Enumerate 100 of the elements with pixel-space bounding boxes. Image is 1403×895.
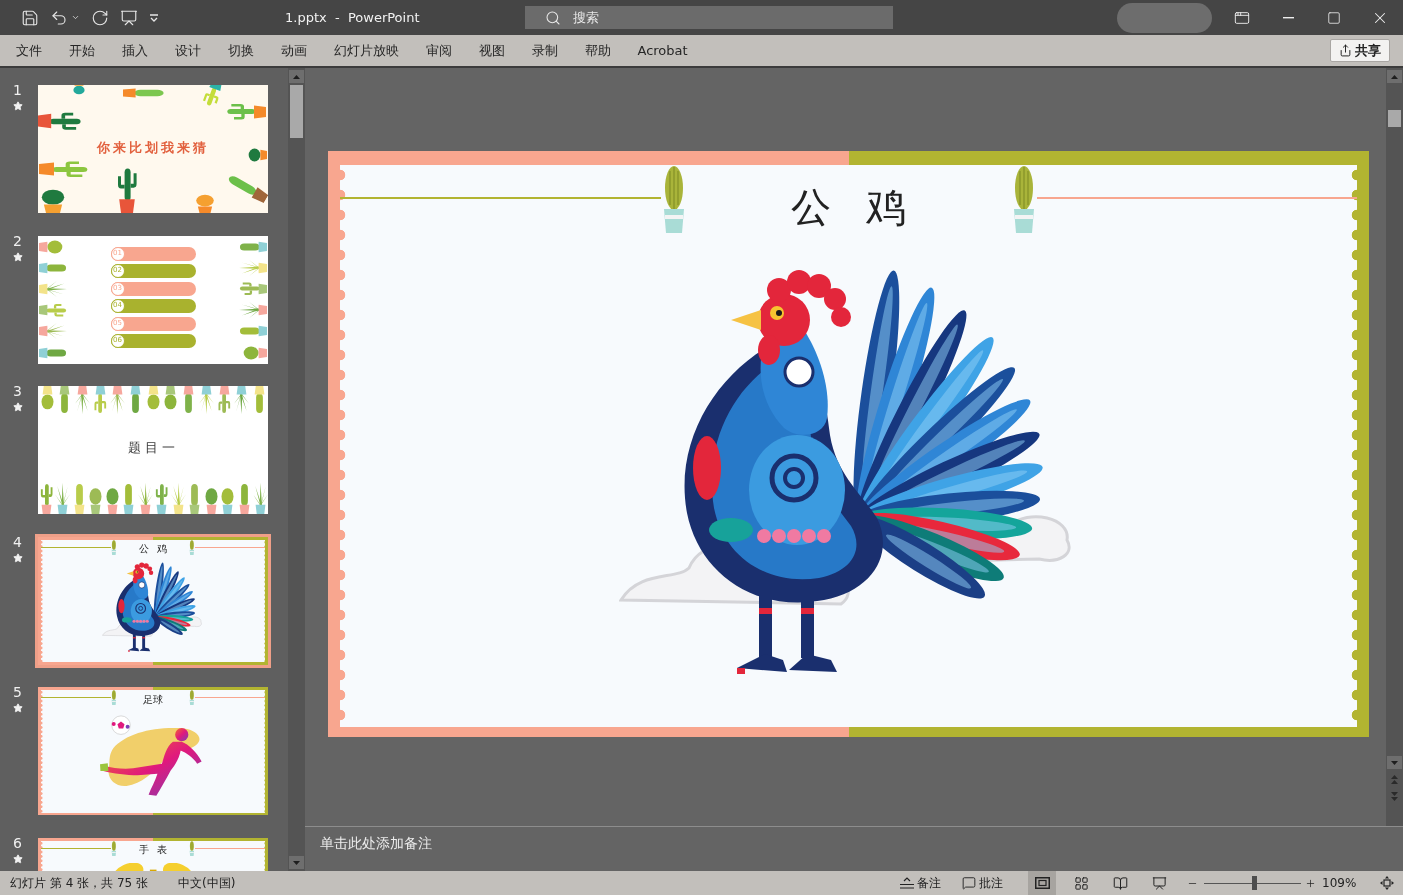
- cactus-icon: [115, 167, 139, 213]
- window-title: 1.pptx - PowerPoint: [285, 10, 421, 25]
- slide-number: 6: [13, 834, 22, 851]
- notes-button[interactable]: 备注: [895, 872, 945, 894]
- ribbon-tab[interactable]: 视图: [465, 35, 518, 66]
- slide-thumbnail[interactable]: 手 表: [35, 834, 271, 871]
- cactus-icon: [216, 386, 232, 414]
- cactus-icon: [38, 110, 82, 132]
- start-slideshow-button[interactable]: [120, 8, 138, 27]
- ribbon-tab[interactable]: 开始: [55, 35, 108, 66]
- undo-dropdown-button[interactable]: [71, 13, 80, 22]
- cactus-icon: [39, 302, 67, 319]
- customize-caret-icon: [149, 13, 159, 22]
- double-caret-down-icon: [1391, 791, 1398, 801]
- share-button[interactable]: 共享: [1330, 39, 1390, 62]
- view-button[interactable]: [1028, 871, 1056, 895]
- scrollbar-thumb[interactable]: [1388, 110, 1401, 127]
- save-icon: [21, 8, 39, 27]
- ribbon-tab[interactable]: 文件: [2, 35, 55, 66]
- notes-icon: [899, 877, 914, 889]
- ribbon-tab[interactable]: 幻灯片放映: [320, 35, 412, 66]
- slide-number: 3: [13, 383, 22, 399]
- slide-position-text: 幻灯片 第 4 张，共 75 张: [10, 874, 149, 892]
- slide-thumbnail[interactable]: 足球: [35, 684, 271, 818]
- ribbon-tab[interactable]: 插入: [108, 35, 161, 66]
- zoom-slider-thumb[interactable]: [1251, 876, 1257, 890]
- double-caret-up-icon: [1391, 774, 1398, 784]
- share-icon: [1339, 44, 1352, 57]
- ribbon-tab[interactable]: 审阅: [412, 35, 465, 66]
- caret-down-icon: [293, 860, 300, 865]
- caret-down-icon: [71, 13, 80, 22]
- ribbon-tab[interactable]: 帮助: [571, 35, 624, 66]
- potted-cactus-icon: [188, 539, 195, 555]
- cactus-icon: [137, 482, 153, 514]
- cactus-icon: [128, 386, 143, 414]
- undo-button[interactable]: [50, 8, 68, 27]
- scroll-down-button[interactable]: [1387, 756, 1402, 769]
- save-button[interactable]: [21, 8, 39, 27]
- slide-thumbnail[interactable]: 题目一: [35, 383, 271, 517]
- potted-cactus-icon: [111, 840, 118, 856]
- customize-toolbar-button[interactable]: [149, 13, 159, 22]
- ribbon-tab[interactable]: 动画: [267, 35, 320, 66]
- cactus-icon: [92, 386, 108, 414]
- scrollbar-thumb[interactable]: [290, 85, 303, 138]
- cactus-icon: [110, 386, 126, 414]
- potted-cactus-icon: [188, 690, 195, 706]
- slide-title: 手 表: [138, 845, 169, 856]
- slide-title: 足球: [142, 694, 164, 705]
- slide-title: 题目一: [127, 439, 179, 457]
- cactus-icon: [39, 159, 89, 179]
- slide-number: 4: [13, 533, 22, 550]
- minimize-icon: [1282, 16, 1294, 19]
- potted-cactus-icon: [111, 539, 118, 555]
- slide-title: 公 鸡: [790, 187, 907, 227]
- grid-view-icon: [1073, 875, 1089, 891]
- slide-number: 5: [13, 684, 22, 700]
- potted-cactus-icon: [111, 690, 118, 706]
- plus-icon: [1304, 877, 1316, 889]
- cactus-icon: [55, 482, 70, 514]
- redo-button[interactable]: [91, 8, 109, 27]
- cactus-icon: [239, 280, 267, 297]
- notes-field[interactable]: 单击此处添加备注: [305, 827, 1403, 871]
- undo-icon: [50, 8, 68, 27]
- redo-icon: [91, 8, 109, 27]
- cactus-icon: [154, 482, 169, 514]
- ribbon-tab[interactable]: 切换: [214, 35, 267, 66]
- normal-view-icon: [1034, 877, 1050, 889]
- ribbon-tab[interactable]: 设计: [161, 35, 214, 66]
- cactus-icon: [74, 386, 90, 414]
- language-text[interactable]: 中文(中国): [178, 874, 236, 892]
- cactus-icon: [38, 482, 54, 514]
- search-icon: [545, 9, 561, 26]
- slide-title: 你来比划我来猜: [97, 139, 209, 157]
- comment-icon: [962, 876, 976, 890]
- cactus-icon: [72, 85, 86, 97]
- cactus-icon: [198, 386, 214, 414]
- potted-cactus-icon: [188, 840, 195, 856]
- scroll-up-button[interactable]: [289, 70, 304, 83]
- ribbon-tab[interactable]: Acrobat: [624, 35, 702, 66]
- comments-button[interactable]: 批注: [959, 872, 1006, 894]
- caret-up-icon: [293, 74, 300, 79]
- fit-to-window-icon: [1380, 876, 1394, 890]
- scroll-up-button[interactable]: [1387, 70, 1402, 83]
- cactus-icon: [170, 482, 186, 514]
- maximize-icon: [1327, 10, 1341, 25]
- zoom-level[interactable]: 109%: [1322, 876, 1364, 890]
- caret-down-icon: [1391, 760, 1398, 765]
- cactus-icon: [123, 86, 165, 100]
- scroll-down-button[interactable]: [289, 856, 304, 869]
- search-field[interactable]: 搜索: [525, 6, 893, 29]
- slide-thumbnail[interactable]: 公 鸡: [35, 533, 271, 668]
- slide-number: 1: [13, 82, 22, 98]
- cactus-icon: [121, 482, 136, 514]
- cactus-icon: [234, 386, 250, 414]
- ribbon-display-icon: [1234, 9, 1250, 26]
- cactus-icon: [187, 482, 202, 514]
- ribbon-tab[interactable]: 录制: [518, 35, 571, 66]
- slideshow-icon: [1151, 875, 1167, 891]
- presentation-icon: [120, 8, 138, 27]
- slide-number: 2: [13, 232, 22, 249]
